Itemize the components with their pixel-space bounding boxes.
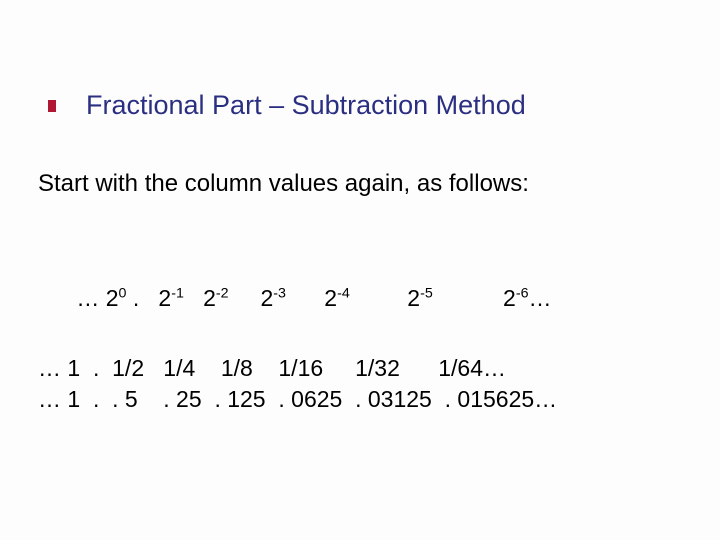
power-base: 2 — [503, 285, 516, 311]
dec-val: . 125 — [214, 386, 265, 412]
frac-val: 1 — [67, 355, 80, 381]
power-base: 2 — [407, 285, 420, 311]
title-row: Fractional Part – Subtraction Method — [48, 90, 526, 121]
frac-val: 1/32 — [355, 355, 400, 381]
row-prefix: … — [38, 386, 61, 412]
slide: Fractional Part – Subtraction Method Sta… — [0, 0, 720, 540]
frac-val: 1/8 — [221, 355, 253, 381]
power-base: 2 — [260, 285, 273, 311]
slide-title: Fractional Part – Subtraction Method — [86, 90, 526, 121]
power-exp: -3 — [273, 285, 286, 301]
dec-val: . 015625 — [445, 386, 535, 412]
dec-val: . 03125 — [355, 386, 432, 412]
power-exp: -5 — [420, 285, 433, 301]
powers-row: … 20 . 2-1 2-2 2-3 2-4 2-5 2-6… — [38, 258, 557, 339]
row-suffix: … — [483, 355, 506, 381]
power-exp: -4 — [337, 285, 350, 301]
frac-val: 1/4 — [163, 355, 195, 381]
power-exp: 0 — [119, 285, 127, 301]
radix-dot: . — [133, 285, 139, 311]
power-base: 2 — [324, 285, 337, 311]
power-exp: -2 — [216, 285, 229, 301]
power-base: 2 — [158, 285, 171, 311]
row-suffix: … — [534, 386, 557, 412]
power-exp: -6 — [516, 285, 529, 301]
frac-val: 1/2 — [112, 355, 144, 381]
accent-bar-icon — [48, 100, 56, 112]
frac-val: 1/64 — [438, 355, 483, 381]
power-base: 2 — [203, 285, 216, 311]
dec-val: . 25 — [163, 386, 201, 412]
row-prefix: … — [38, 355, 61, 381]
dec-val: 1 — [67, 386, 80, 412]
radix-dot: . — [93, 386, 99, 412]
dec-val: . 0625 — [278, 386, 342, 412]
fractions-row: … 1 . 1/2 1/4 1/8 1/16 1/32 1/64… — [38, 353, 557, 384]
row-suffix: … — [529, 285, 552, 311]
power-base: 2 — [106, 285, 119, 311]
power-exp: -1 — [171, 285, 184, 301]
intro-text: Start with the column values again, as f… — [38, 170, 529, 198]
value-table: … 20 . 2-1 2-2 2-3 2-4 2-5 2-6… … 1 . 1/… — [38, 258, 557, 415]
decimals-row: … 1 . . 5 . 25 . 125 . 0625 . 03125 . 01… — [38, 384, 557, 415]
row-prefix: … — [76, 285, 99, 311]
dec-val: . 5 — [112, 386, 138, 412]
frac-val: 1/16 — [278, 355, 323, 381]
radix-dot: . — [93, 355, 99, 381]
